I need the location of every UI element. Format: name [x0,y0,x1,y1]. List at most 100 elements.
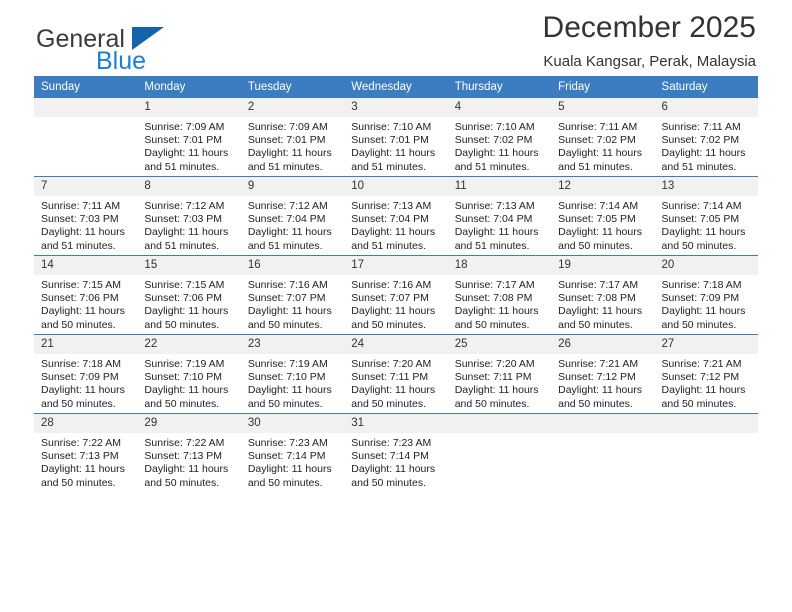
calendar-day-cell[interactable]: 24 Sunrise: 7:20 AM Sunset: 7:11 PM Dayligh… [344,334,448,414]
day-number: 24 [344,335,448,354]
calendar-day-cell[interactable]: 20 Sunrise: 7:18 AM Sunset: 7:09 PM Dayligh… [654,255,758,335]
sunset-text: Sunset: 7:11 PM [454,371,532,384]
calendar-day-cell[interactable]: 9 Sunrise: 7:12 AM Sunset: 7:04 PM Daylight… [240,176,345,256]
daylight-text-line2: and 51 minutes. [144,160,220,173]
sunset-text: Sunset: 7:03 PM [144,213,223,226]
sunset-text: Sunset: 7:04 PM [454,213,533,226]
sunset-text: Sunset: 7:11 PM [351,371,429,384]
day-details: Sunrise: 7:23 AM Sunset: 7:14 PM Daylight:… [241,433,344,490]
day-details: Sunrise: 7:22 AM Sunset: 7:13 PM Daylight:… [137,433,240,490]
calendar-day-cell[interactable]: 19 Sunrise: 7:17 AM Sunset: 7:08 PM Dayligh… [551,255,655,335]
sunset-text: Sunset: 7:02 PM [454,134,533,147]
daylight-text-line1: Daylight: 11 hours [454,147,539,160]
sunrise-text: Sunrise: 7:17 AM [454,279,535,291]
calendar-day-cell[interactable]: 30 Sunrise: 7:23 AM Sunset: 7:14 PM Dayligh… [240,413,345,492]
calendar-day-cell[interactable]: 12 Sunrise: 7:14 AM Sunset: 7:05 PM Dayligh… [551,176,655,256]
brand-logo[interactable]: General Blue [36,11,276,74]
day-number: 5 [551,98,655,117]
daylight-text-line1: Daylight: 11 hours [144,305,229,318]
calendar-day-cell[interactable]: 5 Sunrise: 7:11 AM Sunset: 7:02 PM Daylight… [551,98,655,177]
daylight-text-line2: and 50 minutes. [558,397,633,410]
calendar-day-cell[interactable]: 8 Sunrise: 7:12 AM Sunset: 7:03 PM Daylight… [137,176,241,256]
day-number: 21 [34,335,138,354]
sunset-text: Sunset: 7:01 PM [247,134,326,147]
calendar-day-cell[interactable]: 7 Sunrise: 7:11 AM Sunset: 7:03 PM Daylight… [34,176,138,256]
day-number: 1 [137,98,241,117]
sunrise-text: Sunrise: 7:15 AM [41,279,121,291]
calendar-day-cell[interactable]: 11 Sunrise: 7:13 AM Sunset: 7:04 PM Dayligh… [447,176,552,256]
calendar-day-cell[interactable]: 13 Sunrise: 7:14 AM Sunset: 7:05 PM Dayligh… [654,176,758,256]
calendar-day-cell[interactable]: 23 Sunrise: 7:19 AM Sunset: 7:10 PM Dayligh… [240,334,345,414]
daylight-text-line2: and 50 minutes. [41,397,116,410]
sunset-text: Sunset: 7:13 PM [41,450,119,463]
daylight-text-line2: and 51 minutes. [661,160,737,173]
calendar-day-cell[interactable]: 15 Sunrise: 7:15 AM Sunset: 7:06 PM Dayligh… [137,255,241,335]
sunset-text: Sunset: 7:14 PM [247,450,326,463]
sunset-text: Sunset: 7:07 PM [247,292,326,305]
daylight-text-line1: Daylight: 11 hours [144,147,229,160]
daylight-text-line2: and 51 minutes. [351,239,426,252]
calendar-day-cell[interactable]: 16 Sunrise: 7:16 AM Sunset: 7:07 PM Dayligh… [240,255,345,335]
sunrise-text: Sunrise: 7:17 AM [558,279,639,291]
day-number: 12 [551,177,655,196]
daylight-text-line1: Daylight: 11 hours [351,384,436,397]
day-number [34,98,138,117]
calendar-week-row: 1 Sunrise: 7:09 AM Sunset: 7:01 PM Daylight… [34,98,758,177]
sunrise-text: Sunrise: 7:11 AM [661,121,741,133]
calendar-day-cell[interactable]: 28 Sunrise: 7:22 AM Sunset: 7:13 PM Dayligh… [34,413,138,492]
day-number: 15 [137,256,241,275]
sunrise-text: Sunrise: 7:22 AM [41,437,121,449]
day-details: Sunrise: 7:16 AM Sunset: 7:07 PM Daylight:… [241,275,344,332]
daylight-text-line1: Daylight: 11 hours [247,147,332,160]
calendar-day-cell[interactable]: 6 Sunrise: 7:11 AM Sunset: 7:02 PM Daylight… [654,98,758,177]
day-number: 31 [344,414,448,433]
calendar-day-cell[interactable]: 10 Sunrise: 7:13 AM Sunset: 7:04 PM Dayligh… [344,176,448,256]
calendar-day-cell[interactable]: 31 Sunrise: 7:23 AM Sunset: 7:14 PM Dayligh… [344,413,448,492]
sunrise-text: Sunrise: 7:20 AM [351,358,432,370]
calendar-day-cell[interactable]: 2 Sunrise: 7:09 AM Sunset: 7:01 PM Daylight… [240,98,345,177]
calendar-day-cell[interactable]: 17 Sunrise: 7:16 AM Sunset: 7:07 PM Dayligh… [344,255,448,335]
weekday-header-thursday: Thursday [447,76,552,98]
day-details: Sunrise: 7:12 AM Sunset: 7:04 PM Daylight:… [241,196,344,253]
calendar-day-cell[interactable]: 22 Sunrise: 7:19 AM Sunset: 7:10 PM Dayligh… [137,334,241,414]
day-details: Sunrise: 7:20 AM Sunset: 7:11 PM Daylight:… [344,354,447,411]
daylight-text-line2: and 50 minutes. [351,318,426,331]
page-title: December 2025 [542,11,756,44]
calendar-day-cell[interactable]: 1 Sunrise: 7:09 AM Sunset: 7:01 PM Daylight… [137,98,241,177]
sunrise-text: Sunrise: 7:23 AM [351,437,432,449]
daylight-text-line1: Daylight: 11 hours [144,384,229,397]
daylight-text-line2: and 50 minutes. [454,318,530,331]
day-details: Sunrise: 7:15 AM Sunset: 7:06 PM Daylight:… [34,275,137,332]
daylight-text-line1: Daylight: 11 hours [661,147,746,160]
sunrise-text: Sunrise: 7:16 AM [351,279,432,291]
day-details: Sunrise: 7:10 AM Sunset: 7:01 PM Daylight:… [344,117,447,174]
calendar-day-cell[interactable]: 3 Sunrise: 7:10 AM Sunset: 7:01 PM Daylight… [344,98,448,177]
daylight-text-line2: and 51 minutes. [454,239,530,252]
daylight-text-line2: and 50 minutes. [351,476,426,489]
sunrise-text: Sunrise: 7:21 AM [558,358,639,370]
calendar-day-cell[interactable]: 21 Sunrise: 7:18 AM Sunset: 7:09 PM Dayligh… [34,334,138,414]
sunrise-text: Sunrise: 7:11 AM [41,200,121,212]
calendar-day-cell[interactable]: 26 Sunrise: 7:21 AM Sunset: 7:12 PM Dayligh… [551,334,655,414]
calendar-day-cell[interactable]: 14 Sunrise: 7:15 AM Sunset: 7:06 PM Dayligh… [34,255,138,335]
day-number: 14 [34,256,138,275]
sunrise-text: Sunrise: 7:09 AM [144,121,225,133]
sunset-text: Sunset: 7:13 PM [144,450,223,463]
sunset-text: Sunset: 7:08 PM [454,292,533,305]
day-number: 7 [34,177,138,196]
day-number: 26 [551,335,655,354]
calendar-day-cell[interactable]: 25 Sunrise: 7:20 AM Sunset: 7:11 PM Dayligh… [447,334,552,414]
day-number: 25 [447,335,552,354]
calendar-day-cell[interactable]: 27 Sunrise: 7:21 AM Sunset: 7:12 PM Dayligh… [654,334,758,414]
daylight-text-line1: Daylight: 11 hours [351,147,436,160]
calendar-day-cell[interactable]: 4 Sunrise: 7:10 AM Sunset: 7:02 PM Daylight… [447,98,552,177]
calendar-day-cell[interactable]: 29 Sunrise: 7:22 AM Sunset: 7:13 PM Dayligh… [137,413,241,492]
daylight-text-line1: Daylight: 11 hours [661,384,746,397]
sunset-text: Sunset: 7:05 PM [661,213,740,226]
day-details: Sunrise: 7:15 AM Sunset: 7:06 PM Daylight:… [137,275,240,332]
sunset-text: Sunset: 7:08 PM [558,292,636,305]
daylight-text-line2: and 50 minutes. [247,476,323,489]
calendar-day-cell[interactable]: 18 Sunrise: 7:17 AM Sunset: 7:08 PM Dayligh… [447,255,552,335]
day-details: Sunrise: 7:11 AM Sunset: 7:02 PM Daylight:… [655,117,758,174]
title-block: December 2025 Kuala Kangsar, Perak, Mala… [543,8,756,73]
